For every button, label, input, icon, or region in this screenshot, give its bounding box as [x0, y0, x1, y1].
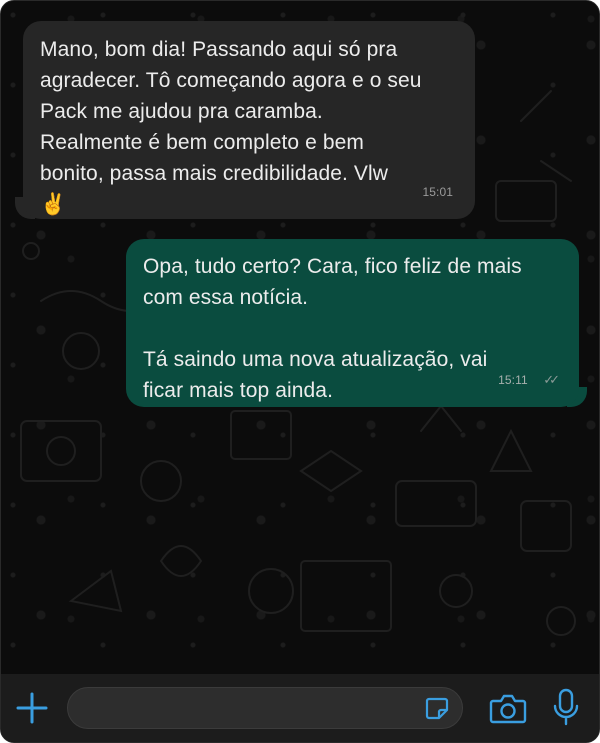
message-text: Mano, bom dia! Passando aqui só pra agra… — [40, 38, 422, 216]
chat-area[interactable]: Mano, bom dia! Passando aqui só pra agra… — [1, 1, 599, 674]
camera-icon[interactable] — [489, 692, 527, 726]
message-input[interactable] — [67, 687, 463, 729]
message-time: 15:01 — [422, 185, 453, 199]
message-time: 15:11 — [498, 373, 528, 387]
sticker-icon[interactable] — [424, 695, 450, 721]
read-double-check-icon: ✓✓ — [543, 372, 560, 387]
message-composer — [1, 674, 599, 742]
message-meta: 15:11 ✓✓ — [498, 364, 560, 396]
plus-icon[interactable] — [13, 689, 51, 727]
microphone-icon[interactable] — [552, 687, 580, 727]
chat-screen: Mano, bom dia! Passando aqui só pra agra… — [0, 0, 600, 743]
message-bubble-incoming[interactable]: Mano, bom dia! Passando aqui só pra agra… — [23, 21, 475, 219]
message-bubble-outgoing[interactable]: Opa, tudo certo? Cara, fico feliz de mai… — [126, 239, 579, 407]
